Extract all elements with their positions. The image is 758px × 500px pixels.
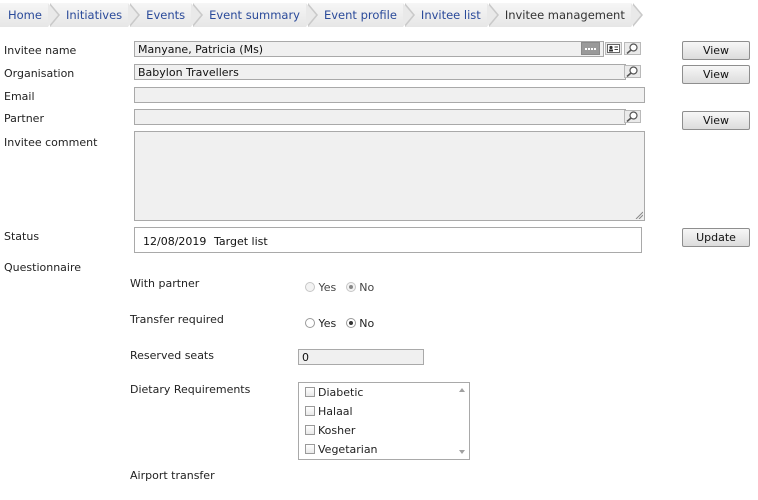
breadcrumb-event-summary[interactable]: Event summary (193, 3, 318, 27)
with-partner-yes-radio[interactable] (305, 282, 315, 292)
reserved-seats-label: Reserved seats (130, 349, 214, 362)
scroll-down-icon[interactable] (459, 450, 465, 454)
with-partner-no-radio[interactable] (345, 282, 356, 292)
resize-grip-icon[interactable] (635, 211, 643, 219)
with-partner-radio-group: Yes No (305, 281, 380, 294)
questionnaire-label: Questionnaire (4, 261, 82, 274)
dietary-checkbox[interactable] (305, 406, 315, 416)
with-partner-label: With partner (130, 277, 200, 290)
breadcrumb: Home Initiatives Events Event summary Ev… (0, 3, 643, 27)
with-partner-no-label: No (359, 281, 375, 294)
with-partner-yes-label: Yes (318, 281, 337, 294)
dietary-option[interactable]: Diabetic (299, 383, 469, 402)
status-label: Status (4, 230, 40, 243)
ellipsis-icon[interactable] (581, 42, 600, 55)
dietary-checkbox[interactable] (305, 444, 315, 454)
dietary-checkbox[interactable] (305, 425, 315, 435)
breadcrumb-invitee-list[interactable]: Invitee list (404, 3, 499, 27)
dietary-option-label: Kosher (318, 424, 356, 437)
view-invitee-button[interactable]: View (682, 41, 750, 60)
dietary-option[interactable]: Kosher (299, 421, 469, 440)
dietary-requirements-label: Dietary Requirements (130, 383, 251, 396)
partner-field[interactable] (134, 109, 626, 125)
search-partner-icon[interactable] (624, 110, 641, 123)
transfer-required-radio-group: Yes No (305, 317, 380, 330)
dietary-option-label: Vegetarian (318, 443, 378, 456)
breadcrumb-initiatives[interactable]: Initiatives (49, 3, 141, 27)
partner-label: Partner (4, 112, 44, 125)
status-value: Target list (214, 235, 268, 248)
breadcrumb-invitee-management: Invitee management (488, 3, 643, 27)
search-invitee-icon[interactable] (624, 42, 641, 55)
dietary-option-label: Halaal (318, 405, 353, 418)
dietary-checkbox[interactable] (305, 387, 315, 397)
organisation-label: Organisation (4, 67, 75, 80)
invitee-name-field[interactable]: Manyane, Patricia (Ms) (134, 41, 604, 57)
dietary-option[interactable]: Halaal (299, 402, 469, 421)
airport-transfer-label: Airport transfer (130, 469, 215, 482)
transfer-required-label: Transfer required (130, 313, 224, 326)
dietary-requirements-list[interactable]: Diabetic Halaal Kosher Vegetarian (298, 382, 470, 460)
view-organisation-button[interactable]: View (682, 65, 750, 84)
breadcrumb-home[interactable]: Home (0, 3, 60, 27)
invitee-name-label: Invitee name (4, 44, 77, 57)
status-date: 12/08/2019 (143, 235, 207, 248)
transfer-required-yes-radio[interactable] (305, 318, 315, 328)
view-partner-button[interactable]: View (682, 111, 750, 130)
breadcrumb-event-profile[interactable]: Event profile (307, 3, 415, 27)
organisation-field[interactable]: Babylon Travellers (134, 64, 626, 80)
transfer-required-no-label: No (359, 317, 375, 330)
invitee-comment-label: Invitee comment (4, 136, 98, 149)
transfer-required-yes-label: Yes (318, 317, 337, 330)
scroll-up-icon[interactable] (459, 388, 465, 392)
email-label: Email (4, 90, 35, 103)
contact-card-icon[interactable] (605, 42, 622, 55)
dietary-option[interactable]: Vegetarian (299, 440, 469, 459)
reserved-seats-input[interactable]: 0 (298, 349, 424, 365)
dietary-option-label: Diabetic (318, 386, 364, 399)
status-box: 12/08/2019 Target list (134, 227, 642, 253)
search-organisation-icon[interactable] (624, 65, 641, 78)
invitee-comment-textarea[interactable] (134, 131, 645, 221)
email-field[interactable] (134, 87, 645, 103)
update-status-button[interactable]: Update (682, 228, 750, 247)
transfer-required-no-radio[interactable] (345, 318, 356, 328)
dietary-scrollbar[interactable] (456, 383, 469, 459)
